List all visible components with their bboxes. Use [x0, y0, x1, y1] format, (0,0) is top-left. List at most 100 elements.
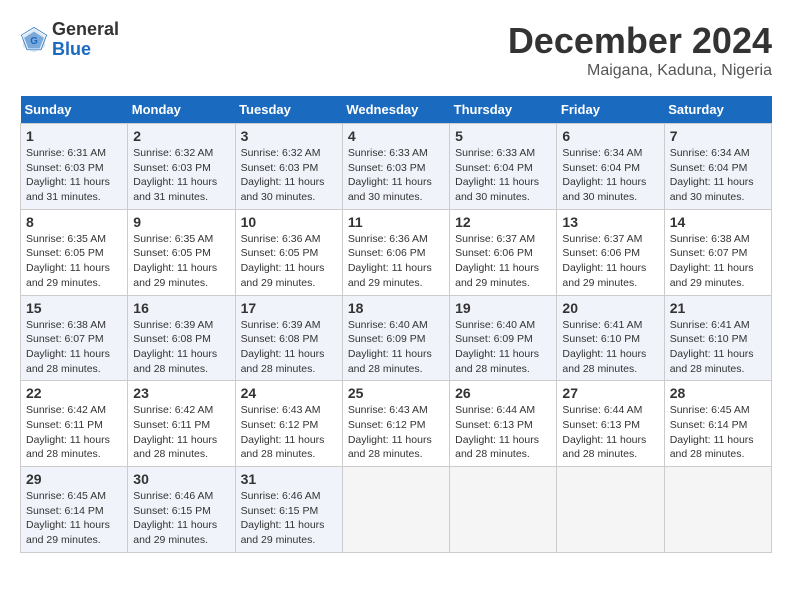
header-tuesday: Tuesday	[235, 96, 342, 124]
day-info: Sunrise: 6:40 AMSunset: 6:09 PMDaylight:…	[455, 318, 551, 377]
table-row: 19 Sunrise: 6:40 AMSunset: 6:09 PMDayligh…	[450, 295, 557, 381]
day-info: Sunrise: 6:37 AMSunset: 6:06 PMDaylight:…	[455, 232, 551, 291]
day-info: Sunrise: 6:35 AMSunset: 6:05 PMDaylight:…	[133, 232, 229, 291]
table-row: 5Sunrise: 6:33 AMSunset: 6:04 PMDaylight…	[450, 124, 557, 210]
day-number: 18	[348, 300, 444, 316]
table-row	[450, 467, 557, 553]
day-info: Sunrise: 6:31 AMSunset: 6:03 PMDaylight:…	[26, 146, 122, 205]
day-number: 15	[26, 300, 122, 316]
day-number: 31	[241, 471, 337, 487]
day-number: 8	[26, 214, 122, 230]
header-monday: Monday	[128, 96, 235, 124]
day-number: 11	[348, 214, 444, 230]
title-block: December 2024 Maigana, Kaduna, Nigeria	[508, 20, 772, 80]
day-info: Sunrise: 6:43 AMSunset: 6:12 PMDaylight:…	[241, 403, 337, 462]
day-number: 21	[670, 300, 766, 316]
day-info: Sunrise: 6:44 AMSunset: 6:13 PMDaylight:…	[455, 403, 551, 462]
day-number: 19	[455, 300, 551, 316]
day-number: 30	[133, 471, 229, 487]
table-row: 4 Sunrise: 6:33 AMSunset: 6:03 PMDaylight…	[342, 124, 449, 210]
table-row: 30Sunrise: 6:46 AMSunset: 6:15 PMDayligh…	[128, 467, 235, 553]
page-header: G General Blue December 2024 Maigana, Ka…	[20, 20, 772, 80]
day-info: Sunrise: 6:43 AMSunset: 6:12 PMDaylight:…	[348, 403, 444, 462]
table-row: 6Sunrise: 6:34 AMSunset: 6:04 PMDaylight…	[557, 124, 664, 210]
table-row: 13 Sunrise: 6:37 AMSunset: 6:06 PMDayligh…	[557, 209, 664, 295]
header-wednesday: Wednesday	[342, 96, 449, 124]
day-info: Sunrise: 6:39 AMSunset: 6:08 PMDaylight:…	[241, 318, 337, 377]
logo-icon: G	[20, 26, 48, 54]
day-number: 10	[241, 214, 337, 230]
table-row: 29 Sunrise: 6:45 AMSunset: 6:14 PMDayligh…	[21, 467, 128, 553]
day-info: Sunrise: 6:38 AMSunset: 6:07 PMDaylight:…	[670, 232, 766, 291]
calendar-title: December 2024	[508, 20, 772, 62]
table-row: 14 Sunrise: 6:38 AMSunset: 6:07 PMDayligh…	[664, 209, 771, 295]
logo-general-text: General	[52, 20, 119, 40]
table-row: 17 Sunrise: 6:39 AMSunset: 6:08 PMDayligh…	[235, 295, 342, 381]
day-number: 25	[348, 385, 444, 401]
day-number: 29	[26, 471, 122, 487]
day-number: 28	[670, 385, 766, 401]
day-info: Sunrise: 6:45 AMSunset: 6:14 PMDaylight:…	[26, 489, 122, 548]
day-info: Sunrise: 6:45 AMSunset: 6:14 PMDaylight:…	[670, 403, 766, 462]
day-info: Sunrise: 6:33 AMSunset: 6:04 PMDaylight:…	[455, 146, 551, 205]
table-row	[342, 467, 449, 553]
day-number: 23	[133, 385, 229, 401]
day-number: 26	[455, 385, 551, 401]
table-row: 28 Sunrise: 6:45 AMSunset: 6:14 PMDayligh…	[664, 381, 771, 467]
day-number: 2	[133, 128, 229, 144]
calendar-header-row: Sunday Monday Tuesday Wednesday Thursday…	[21, 96, 772, 124]
header-saturday: Saturday	[664, 96, 771, 124]
table-row: 31 Sunrise: 6:46 AMSunset: 6:15 PMDayligh…	[235, 467, 342, 553]
day-number: 17	[241, 300, 337, 316]
day-number: 22	[26, 385, 122, 401]
table-row: 18 Sunrise: 6:40 AMSunset: 6:09 PMDayligh…	[342, 295, 449, 381]
day-info: Sunrise: 6:37 AMSunset: 6:06 PMDaylight:…	[562, 232, 658, 291]
day-info: Sunrise: 6:44 AMSunset: 6:13 PMDaylight:…	[562, 403, 658, 462]
day-info: Sunrise: 6:42 AMSunset: 6:11 PMDaylight:…	[133, 403, 229, 462]
day-info: Sunrise: 6:35 AMSunset: 6:05 PMDaylight:…	[26, 232, 122, 291]
day-number: 12	[455, 214, 551, 230]
table-row: 23 Sunrise: 6:42 AMSunset: 6:11 PMDayligh…	[128, 381, 235, 467]
day-number: 7	[670, 128, 766, 144]
day-number: 24	[241, 385, 337, 401]
day-number: 13	[562, 214, 658, 230]
day-info: Sunrise: 6:34 AMSunset: 6:04 PMDaylight:…	[562, 146, 658, 205]
day-info: Sunrise: 6:34 AMSunset: 6:04 PMDaylight:…	[670, 146, 766, 205]
day-number: 14	[670, 214, 766, 230]
day-info: Sunrise: 6:32 AMSunset: 6:03 PMDaylight:…	[241, 146, 337, 205]
table-row: 12 Sunrise: 6:37 AMSunset: 6:06 PMDayligh…	[450, 209, 557, 295]
day-info: Sunrise: 6:36 AMSunset: 6:06 PMDaylight:…	[348, 232, 444, 291]
table-row: 27Sunrise: 6:44 AMSunset: 6:13 PMDayligh…	[557, 381, 664, 467]
day-number: 16	[133, 300, 229, 316]
logo: G General Blue	[20, 20, 119, 60]
table-row: 11 Sunrise: 6:36 AMSunset: 6:06 PMDayligh…	[342, 209, 449, 295]
logo-text: General Blue	[52, 20, 119, 60]
table-row: 26 Sunrise: 6:44 AMSunset: 6:13 PMDayligh…	[450, 381, 557, 467]
table-row: 16 Sunrise: 6:39 AMSunset: 6:08 PMDayligh…	[128, 295, 235, 381]
table-row: 15 Sunrise: 6:38 AMSunset: 6:07 PMDayligh…	[21, 295, 128, 381]
day-info: Sunrise: 6:42 AMSunset: 6:11 PMDaylight:…	[26, 403, 122, 462]
table-row: 24 Sunrise: 6:43 AMSunset: 6:12 PMDayligh…	[235, 381, 342, 467]
table-row: 8 Sunrise: 6:35 AMSunset: 6:05 PMDaylight…	[21, 209, 128, 295]
header-sunday: Sunday	[21, 96, 128, 124]
day-number: 20	[562, 300, 658, 316]
day-info: Sunrise: 6:40 AMSunset: 6:09 PMDaylight:…	[348, 318, 444, 377]
calendar-location: Maigana, Kaduna, Nigeria	[508, 62, 772, 80]
day-info: Sunrise: 6:33 AMSunset: 6:03 PMDaylight:…	[348, 146, 444, 205]
header-thursday: Thursday	[450, 96, 557, 124]
table-row: 9 Sunrise: 6:35 AMSunset: 6:05 PMDaylight…	[128, 209, 235, 295]
table-row	[557, 467, 664, 553]
day-number: 4	[348, 128, 444, 144]
day-number: 9	[133, 214, 229, 230]
day-info: Sunrise: 6:36 AMSunset: 6:05 PMDaylight:…	[241, 232, 337, 291]
table-row: 20Sunrise: 6:41 AMSunset: 6:10 PMDayligh…	[557, 295, 664, 381]
day-info: Sunrise: 6:38 AMSunset: 6:07 PMDaylight:…	[26, 318, 122, 377]
day-info: Sunrise: 6:41 AMSunset: 6:10 PMDaylight:…	[670, 318, 766, 377]
calendar-week-row: 15 Sunrise: 6:38 AMSunset: 6:07 PMDayligh…	[21, 295, 772, 381]
header-friday: Friday	[557, 96, 664, 124]
day-info: Sunrise: 6:46 AMSunset: 6:15 PMDaylight:…	[241, 489, 337, 548]
calendar-week-row: 8 Sunrise: 6:35 AMSunset: 6:05 PMDaylight…	[21, 209, 772, 295]
table-row: 10 Sunrise: 6:36 AMSunset: 6:05 PMDayligh…	[235, 209, 342, 295]
calendar-week-row: 1Sunrise: 6:31 AMSunset: 6:03 PMDaylight…	[21, 124, 772, 210]
day-info: Sunrise: 6:39 AMSunset: 6:08 PMDaylight:…	[133, 318, 229, 377]
